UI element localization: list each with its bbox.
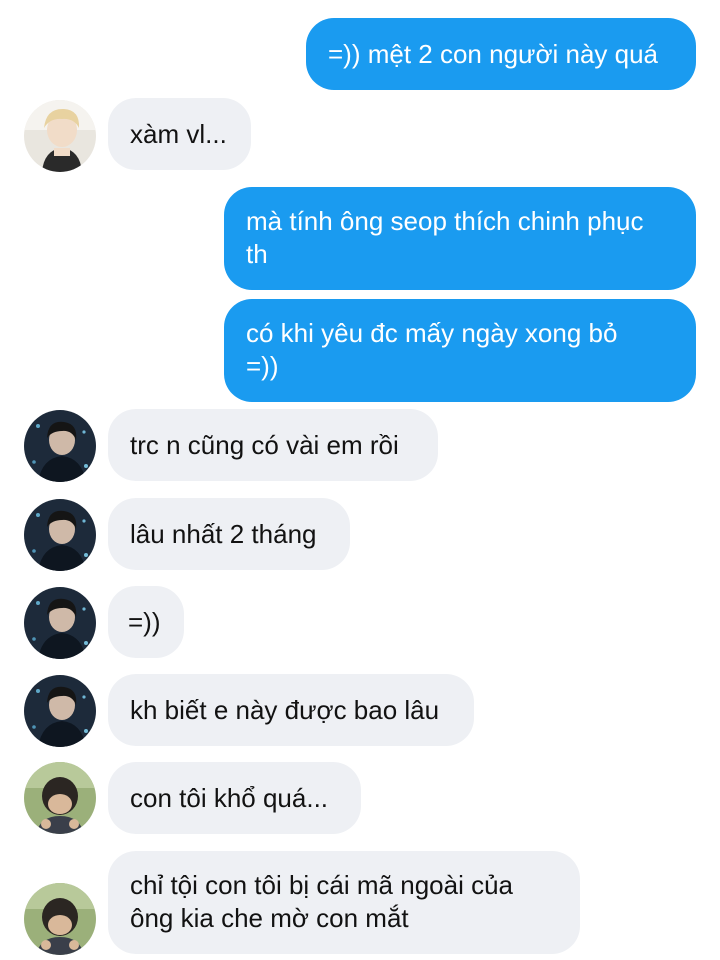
message-bubble-outgoing[interactable]: có khi yêu đc mấy ngày xong bỏ =)) [224, 299, 696, 402]
message-bubble-outgoing[interactable]: mà tính ông seop thích chinh phục th [224, 187, 696, 290]
message-bubble-incoming[interactable]: =)) [108, 586, 184, 658]
avatar[interactable] [24, 499, 96, 571]
avatar[interactable] [24, 410, 96, 482]
avatar-image-dark [24, 499, 96, 571]
avatar-image-blond [24, 100, 96, 172]
avatar-image-child [24, 762, 96, 834]
message-bubble-incoming[interactable]: kh biết e này được bao lâu [108, 674, 474, 746]
message-bubble-incoming[interactable]: xàm vl... [108, 98, 251, 170]
message-bubble-incoming[interactable]: trc n cũng có vài em rồi [108, 409, 438, 481]
avatar[interactable] [24, 100, 96, 172]
avatar-image-dark [24, 410, 96, 482]
message-bubble-incoming[interactable]: con tôi khổ quá... [108, 762, 361, 834]
avatar[interactable] [24, 762, 96, 834]
avatar-image-child [24, 883, 96, 955]
chat-thread: =)) mệt 2 con người này quá xàm vl... mà… [0, 0, 720, 960]
message-bubble-outgoing[interactable]: =)) mệt 2 con người này quá [306, 18, 696, 90]
avatar-image-dark [24, 675, 96, 747]
avatar[interactable] [24, 675, 96, 747]
avatar[interactable] [24, 587, 96, 659]
message-bubble-incoming[interactable]: chỉ tội con tôi bị cái mã ngoài của ông … [108, 851, 580, 954]
avatar-image-dark [24, 587, 96, 659]
avatar[interactable] [24, 883, 96, 955]
message-bubble-incoming[interactable]: lâu nhất 2 tháng [108, 498, 350, 570]
